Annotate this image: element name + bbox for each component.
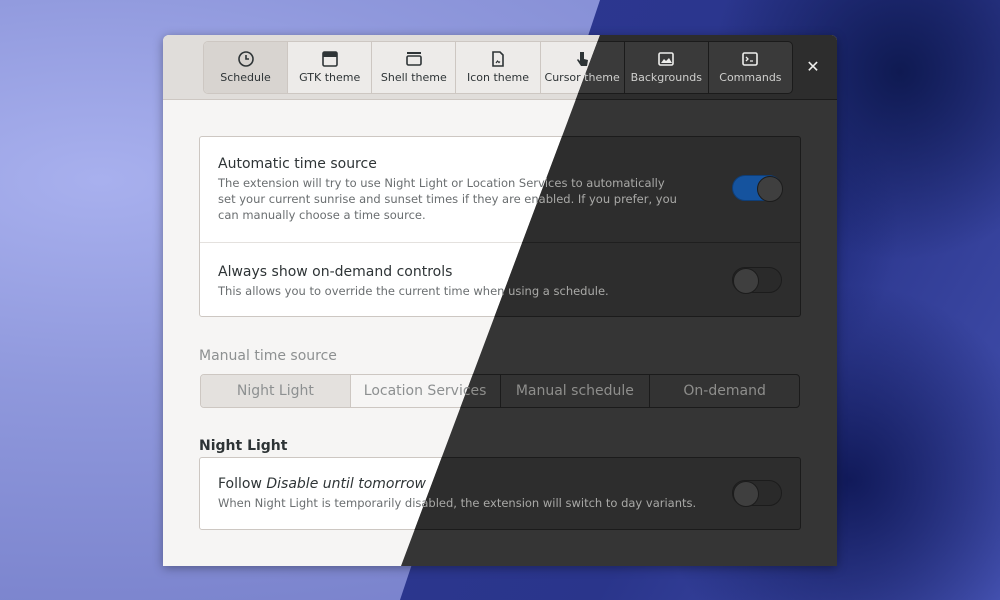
auto-time-switch[interactable]	[732, 175, 783, 202]
tab-label: Shell theme	[380, 71, 447, 84]
image-icon	[658, 52, 675, 66]
tab-shell-theme[interactable]: Shell theme	[372, 42, 457, 93]
source-manual-schedule-button[interactable]: Manual schedule	[501, 375, 651, 407]
tab-gtk-theme[interactable]: GTK theme	[288, 42, 373, 93]
tab-label: Icon theme	[466, 71, 529, 84]
clock-icon	[237, 51, 254, 67]
tab-label: GTK theme	[299, 71, 361, 84]
tab-label: Commands	[719, 71, 782, 84]
settings-window: Schedule GTK theme Shell theme Icon them…	[163, 35, 837, 566]
tab-icon-theme[interactable]: Icon theme	[456, 42, 541, 93]
close-button[interactable]: ✕	[803, 57, 823, 77]
tab-label: Backgrounds	[630, 71, 702, 84]
on-demand-title: Always show on-demand controls	[218, 264, 453, 280]
switch-knob	[733, 481, 759, 507]
auto-time-title: Automatic time source	[218, 156, 377, 172]
window-icon	[321, 51, 338, 67]
tab-backgrounds[interactable]: Backgrounds	[625, 42, 709, 93]
tab-schedule[interactable]: Schedule	[204, 42, 289, 93]
source-on-demand-button[interactable]: On-demand	[650, 375, 799, 407]
file-icon	[492, 51, 504, 67]
manual-time-source-header: Manual time source	[199, 348, 337, 364]
terminal-icon	[742, 52, 759, 66]
tab-commands[interactable]: Commands	[709, 42, 792, 93]
on-demand-switch[interactable]	[732, 267, 782, 294]
follow-switch[interactable]	[732, 480, 782, 507]
tab-label: Schedule	[220, 71, 271, 84]
panel-icon	[406, 52, 422, 66]
night-light-header: Night Light	[199, 438, 288, 454]
switch-knob	[733, 268, 759, 294]
source-night-light-button[interactable]: Night Light	[201, 375, 351, 407]
pointer-icon	[577, 52, 589, 66]
follow-title: Follow Disable until tomorrow	[218, 476, 427, 492]
switch-knob	[757, 176, 783, 202]
